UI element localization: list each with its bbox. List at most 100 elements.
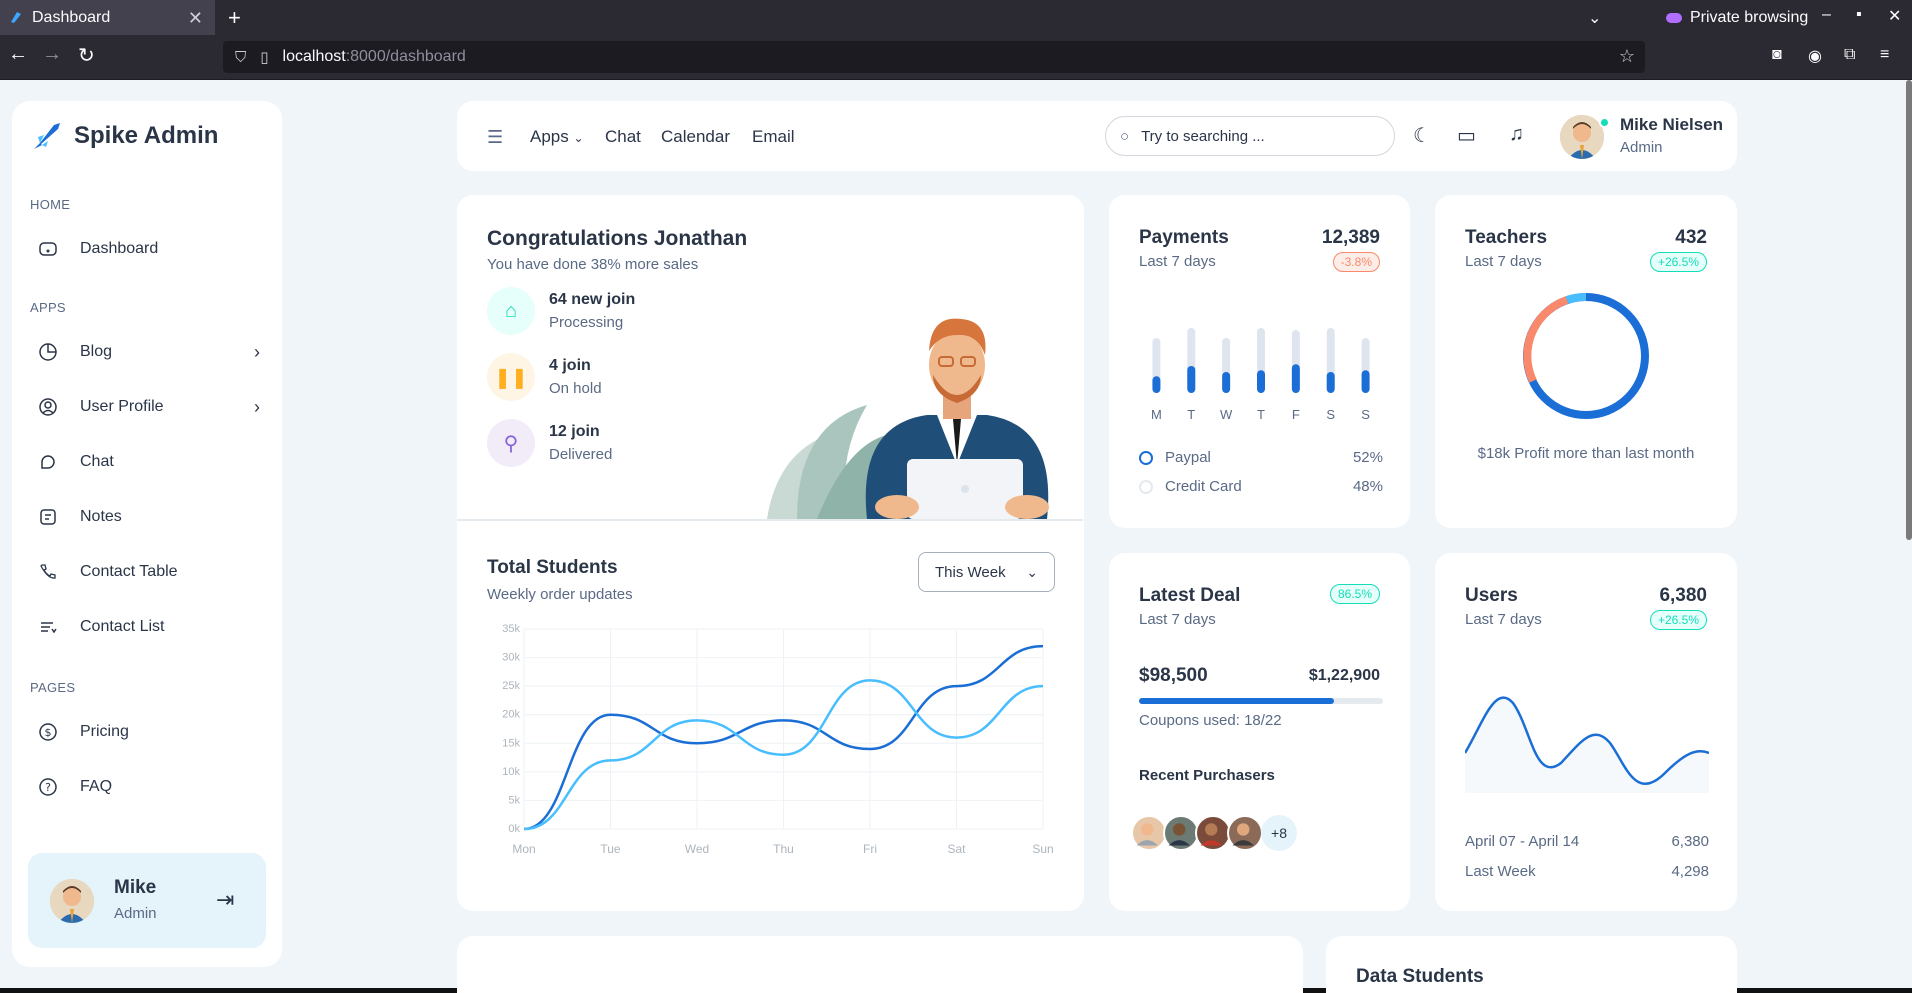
forward-icon[interactable]: → — [42, 43, 62, 66]
header-user-name: Mike Nielsen — [1620, 115, 1723, 134]
header-link-calendar[interactable]: Calendar — [661, 127, 730, 147]
svg-text:?: ? — [45, 781, 51, 794]
page-scrollbar[interactable] — [1906, 80, 1912, 540]
sidebar-item-label: Contact Table — [80, 563, 178, 580]
teachers-badge: +26.5% — [1649, 252, 1707, 272]
payments-bar — [1222, 372, 1231, 393]
account-icon[interactable]: ◉ — [1808, 46, 1822, 66]
sidebar-item-contact-table[interactable]: Contact Table — [38, 550, 266, 594]
menu-icon[interactable]: ≡ — [1880, 46, 1889, 64]
search-input[interactable]: ○ Try to searching ... — [1105, 116, 1395, 156]
x-tick-label: Wed — [685, 842, 709, 856]
message-icon[interactable]: ▭ — [1457, 123, 1476, 148]
users-row-value: 4,298 — [1671, 863, 1709, 880]
deal-coupons: Coupons used: 18/22 — [1139, 712, 1282, 729]
extensions-icon[interactable]: ⧉ — [1844, 46, 1855, 64]
pocket-icon[interactable]: ◙ — [1772, 46, 1782, 64]
header-user-avatar[interactable] — [1560, 115, 1610, 159]
deal-amount: $98,500 — [1139, 665, 1208, 686]
url-bar[interactable]: ⛉ ▯ localhost:8000/dashboard ☆ — [223, 41, 1645, 73]
sidebar-item-faq[interactable]: ? FAQ — [38, 765, 266, 809]
payments-bar — [1187, 366, 1196, 393]
close-window-icon[interactable]: ✕ — [1888, 6, 1901, 26]
purchaser-avatar[interactable] — [1227, 815, 1263, 851]
teachers-value: 432 — [1675, 227, 1707, 248]
chevron-down-icon: ⌄ — [573, 131, 584, 145]
join-row-delivered: ⚲ 12 join Delivered — [487, 419, 612, 467]
dashboard-icon — [39, 242, 57, 256]
close-tab-icon[interactable]: ✕ — [188, 8, 203, 29]
header-link-email[interactable]: Email — [752, 127, 795, 147]
legend-credit-card: Credit Card 48% — [1139, 478, 1383, 495]
users-sparkline — [1465, 696, 1709, 793]
dollar-icon: $ — [39, 723, 57, 741]
phone-icon — [40, 564, 56, 579]
chevron-right-icon: › — [254, 341, 260, 362]
brand-logo[interactable]: Spike Admin — [30, 119, 218, 153]
students-subtitle: Weekly order updates — [487, 586, 633, 603]
payments-bar — [1326, 372, 1335, 393]
moon-icon[interactable]: ☾ — [1413, 123, 1431, 148]
sidebar: Spike Admin HOME Dashboard APPS Blog › U… — [12, 101, 282, 967]
x-tick-label: Thu — [773, 842, 794, 856]
section-apps: APPS — [30, 300, 66, 315]
sidebar-item-chat[interactable]: Chat — [38, 440, 266, 484]
students-table-card — [457, 936, 1303, 993]
deal-title: Latest Deal — [1139, 585, 1241, 606]
users-row-range: April 07 - April 14 6,380 — [1465, 833, 1709, 850]
purchaser-avatar[interactable] — [1195, 815, 1231, 851]
hamburger-menu-icon[interactable]: ☰ — [487, 127, 503, 148]
back-icon[interactable]: ← — [8, 43, 28, 66]
bell-icon[interactable]: ♫ — [1509, 123, 1524, 146]
week-filter-select[interactable]: This Week ⌄ — [918, 552, 1055, 592]
x-tick-label: Mon — [512, 842, 535, 856]
sidebar-item-label: Notes — [80, 508, 122, 525]
purchaser-avatar[interactable] — [1131, 815, 1167, 851]
sidebar-item-label: Chat — [80, 453, 114, 470]
sidebar-item-blog[interactable]: Blog › — [38, 330, 266, 374]
reload-icon[interactable]: ↻ — [78, 43, 95, 68]
sidebar-item-label: Dashboard — [80, 240, 159, 257]
private-mask-icon — [1666, 13, 1682, 23]
new-tab-icon[interactable]: + — [228, 5, 241, 31]
section-home: HOME — [30, 197, 71, 212]
chevron-right-icon: › — [254, 396, 260, 417]
purchaser-avatar[interactable] — [1163, 815, 1199, 851]
sidebar-item-pricing[interactable]: $ Pricing — [38, 710, 266, 754]
rocket-icon — [34, 123, 60, 149]
minimize-icon[interactable]: – — [1822, 6, 1831, 24]
browser-tab-bar: Dashboard ✕ + ⌄ Private browsing – ▪ ✕ — [0, 0, 1912, 35]
legend-label: Credit Card — [1165, 478, 1242, 495]
more-purchasers-badge[interactable]: +8 — [1261, 815, 1297, 851]
sidebar-item-contact-list[interactable]: Contact List — [38, 605, 266, 649]
header-link-label: Apps — [530, 127, 569, 146]
chevron-down-icon: ⌄ — [1026, 563, 1038, 580]
notes-icon — [40, 509, 56, 525]
chevron-down-icon[interactable]: ⌄ — [1588, 8, 1601, 28]
x-tick-label: Sun — [1032, 842, 1053, 856]
bookmark-star-icon[interactable]: ☆ — [1619, 46, 1635, 67]
sidebar-item-notes[interactable]: Notes — [38, 495, 266, 539]
maximize-icon[interactable]: ▪ — [1856, 6, 1862, 24]
users-row-label: April 07 - April 14 — [1465, 833, 1580, 850]
congrats-students-card: Congratulations Jonathan You have done 3… — [457, 195, 1084, 911]
chat-icon — [41, 455, 55, 469]
students-title: Total Students — [487, 557, 618, 578]
question-icon: ? — [39, 778, 57, 796]
url-host: localhost — [282, 48, 346, 65]
sidebar-item-dashboard[interactable]: Dashboard — [38, 227, 266, 271]
payments-day-label: W — [1220, 407, 1233, 422]
sidebar-item-label: Contact List — [80, 618, 165, 635]
users-row-value: 6,380 — [1671, 833, 1709, 850]
teachers-card: Teachers 432 Last 7 days +26.5% $18k Pro… — [1435, 195, 1737, 528]
private-browsing-label: Private browsing — [1690, 9, 1809, 26]
sidebar-item-user-profile[interactable]: User Profile › — [38, 385, 266, 429]
logout-icon[interactable]: ⇥ — [216, 887, 234, 913]
browser-nav-bar: ← → ↻ ⛉ ▯ localhost:8000/dashboard ☆ ◙ ◉… — [0, 35, 1912, 80]
header-link-apps[interactable]: Apps ⌄ — [530, 127, 584, 147]
payments-day-label: F — [1292, 407, 1300, 422]
header-link-chat[interactable]: Chat — [605, 127, 641, 147]
y-tick-label: 10k — [502, 766, 520, 778]
browser-tab[interactable]: Dashboard ✕ — [0, 0, 215, 35]
header-user-role: Admin — [1620, 139, 1663, 156]
